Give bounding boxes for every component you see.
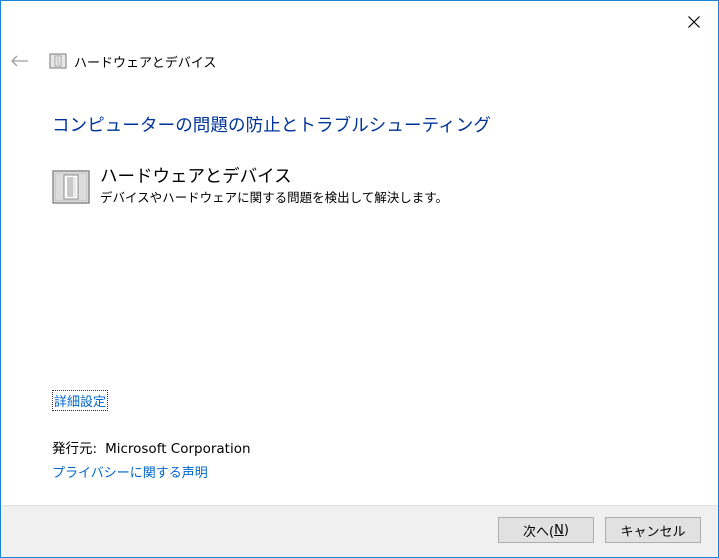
troubleshooter-window: ハードウェアとデバイス コンピューターの問題の防止とトラブルシューティング ハー… — [0, 0, 719, 558]
cancel-button[interactable]: キャンセル — [605, 517, 701, 543]
troubleshooter-icon — [49, 53, 67, 69]
back-button[interactable] — [11, 53, 33, 69]
publisher-label: 発行元: — [52, 441, 98, 457]
advanced-settings-link[interactable]: 詳細設定 — [52, 390, 109, 411]
publisher-name: Microsoft Corporation — [105, 441, 251, 457]
next-button[interactable]: 次へ(N) — [498, 517, 594, 543]
next-label-prefix: 次へ( — [523, 524, 555, 540]
footer-bar: 次へ(N) キャンセル — [1, 505, 718, 557]
page-title: コンピューターの問題の防止とトラブルシューティング — [52, 116, 491, 136]
back-arrow-icon — [11, 55, 28, 67]
close-icon — [688, 16, 700, 28]
publisher: 発行元: Microsoft Corporation — [52, 437, 251, 457]
troubleshooter-icon — [52, 170, 90, 204]
next-label-suffix: ) — [563, 522, 569, 538]
navigation-bar: ハードウェアとデバイス — [11, 49, 216, 73]
item-title: ハードウェアとデバイス — [100, 167, 292, 187]
troubleshooter-item-text: ハードウェアとデバイス デバイスやハードウェアに関する問題を検出して解決します。 — [100, 165, 448, 206]
troubleshooter-item: ハードウェアとデバイス デバイスやハードウェアに関する問題を検出して解決します。 — [52, 165, 448, 206]
breadcrumb: ハードウェアとデバイス — [74, 55, 217, 71]
close-button[interactable] — [677, 7, 711, 37]
next-accelerator: N — [554, 522, 564, 538]
item-description: デバイスやハードウェアに関する問題を検出して解決します。 — [100, 190, 449, 205]
privacy-statement-link[interactable]: プライバシーに関する声明 — [52, 462, 208, 481]
